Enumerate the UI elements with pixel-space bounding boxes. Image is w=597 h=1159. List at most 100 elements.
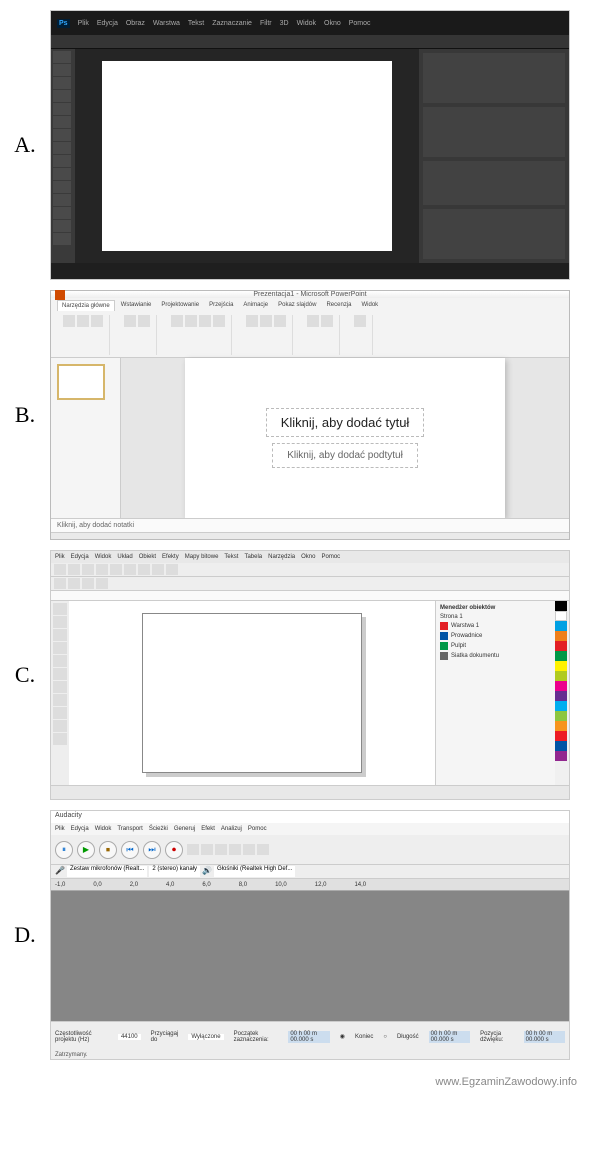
menu-item[interactable]: Tabela — [244, 554, 262, 560]
new-icon[interactable] — [54, 564, 66, 575]
layer-row[interactable]: Siatka dokumentu — [440, 652, 551, 660]
shapes-icon[interactable] — [307, 315, 319, 327]
color-swatch[interactable] — [555, 661, 567, 671]
rectangle-tool-icon[interactable] — [53, 668, 67, 680]
menu-item[interactable]: Analizuj — [221, 826, 242, 832]
au-menubar[interactable]: Plik Edycja Widok Transport Ścieżki Gene… — [51, 823, 569, 835]
paste-icon[interactable] — [138, 564, 150, 575]
ps-canvas-area[interactable] — [75, 49, 419, 263]
save-icon[interactable] — [82, 564, 94, 575]
wand-tool-icon[interactable] — [53, 90, 71, 102]
cd-toolbar[interactable] — [51, 563, 569, 577]
text-tool-icon[interactable] — [53, 181, 71, 193]
snap-value[interactable]: Wyłączone — [188, 1034, 223, 1040]
menu-item[interactable]: Układ — [117, 554, 132, 560]
print-icon[interactable] — [96, 564, 108, 575]
length-radio[interactable]: Długość — [397, 1034, 419, 1040]
layer-row[interactable]: Warstwa 1 — [440, 622, 551, 630]
record-button[interactable]: ⏺ — [165, 841, 183, 859]
color-swatch[interactable] — [555, 641, 567, 651]
slide-thumbnail[interactable] — [57, 364, 105, 400]
pp-slide[interactable]: Kliknij, aby dodać tytuł Kliknij, aby do… — [185, 358, 505, 518]
menu-item[interactable]: Pomoc — [321, 554, 340, 560]
zoom-tool-icon[interactable] — [53, 233, 71, 245]
color-swatch[interactable] — [555, 751, 567, 761]
prop-icon[interactable] — [82, 578, 94, 589]
au-track-area[interactable] — [51, 891, 569, 1021]
pos-value[interactable]: 00 h 00 m 00.000 s — [524, 1031, 565, 1043]
gradient-tool-icon[interactable] — [53, 168, 71, 180]
menu-item[interactable]: Obraz — [126, 20, 145, 27]
pick-tool-icon[interactable] — [53, 603, 67, 615]
crop-tool-icon[interactable] — [53, 103, 71, 115]
new-slide-icon[interactable] — [124, 315, 136, 327]
title-placeholder[interactable]: Kliknij, aby dodać tytuł — [266, 408, 425, 437]
pp-slide-panel[interactable] — [51, 358, 121, 518]
eraser-tool-icon[interactable] — [53, 155, 71, 167]
color-swatch[interactable] — [555, 611, 567, 621]
menu-item[interactable]: Tekst — [188, 20, 204, 27]
copy-icon[interactable] — [91, 315, 103, 327]
ellipse-tool-icon[interactable] — [53, 681, 67, 693]
menu-item[interactable]: Efekty — [162, 554, 179, 560]
cut-icon[interactable] — [110, 564, 122, 575]
font-color-icon[interactable] — [213, 315, 225, 327]
selection-tool-icon[interactable] — [187, 844, 199, 855]
ribbon-tab[interactable]: Wstawianie — [117, 300, 156, 310]
layer-row[interactable]: Strona 1 — [440, 614, 551, 620]
cd-color-palette[interactable] — [555, 601, 569, 785]
cd-canvas-area[interactable] — [69, 601, 435, 785]
layer-row[interactable]: Prowadnice — [440, 632, 551, 640]
underline-icon[interactable] — [199, 315, 211, 327]
color-swatch[interactable] — [555, 711, 567, 721]
menu-item[interactable]: Pomoc — [349, 20, 371, 27]
pp-notes-pane[interactable]: Kliknij, aby dodać notatki — [51, 518, 569, 532]
input-device[interactable]: Zestaw mikrofonów (Realt... — [67, 866, 147, 877]
undo-icon[interactable] — [152, 564, 164, 575]
menu-item[interactable]: Okno — [324, 20, 341, 27]
menu-item[interactable]: Widok — [297, 20, 316, 27]
color-swatch[interactable] — [555, 671, 567, 681]
color-swatch[interactable] — [555, 631, 567, 641]
shape-tool-icon[interactable] — [53, 616, 67, 628]
marquee-tool-icon[interactable] — [53, 64, 71, 76]
ps-layers-panel[interactable] — [423, 161, 565, 205]
skip-end-button[interactable]: ⏭ — [143, 841, 161, 859]
selend-value[interactable]: 00 h 00 m 00.000 s — [429, 1031, 470, 1043]
prop-icon[interactable] — [96, 578, 108, 589]
ps-menubar[interactable]: Ps Plik Edycja Obraz Warstwa Tekst Zazna… — [51, 11, 569, 35]
menu-item[interactable]: Plik — [55, 826, 65, 832]
envelope-tool-icon[interactable] — [201, 844, 213, 855]
ribbon-tab[interactable]: Animacje — [239, 300, 272, 310]
ps-toolbox[interactable] — [51, 49, 75, 263]
color-swatch[interactable] — [555, 621, 567, 631]
pp-slide-area[interactable]: Kliknij, aby dodać tytuł Kliknij, aby do… — [121, 358, 569, 518]
crop-tool-icon[interactable] — [53, 629, 67, 641]
shape-tool-icon[interactable] — [53, 207, 71, 219]
menu-item[interactable]: Transport — [117, 826, 142, 832]
cd-toolbox[interactable] — [51, 601, 69, 785]
pause-button[interactable]: ⏸ — [55, 841, 73, 859]
skip-start-button[interactable]: ⏮ — [121, 841, 139, 859]
menu-item[interactable]: Ścieżki — [149, 826, 168, 832]
ribbon-tab[interactable]: Projektowanie — [157, 300, 203, 310]
color-swatch[interactable] — [555, 741, 567, 751]
menu-item[interactable]: Generuj — [174, 826, 195, 832]
output-device[interactable]: Głośniki (Realtek High Def... — [214, 866, 295, 877]
fill-tool-icon[interactable] — [53, 720, 67, 732]
italic-icon[interactable] — [185, 315, 197, 327]
channels-select[interactable]: 2 (stereo) kanały — [149, 866, 200, 877]
eyedropper-tool-icon[interactable] — [53, 116, 71, 128]
menu-item[interactable]: Tekst — [224, 554, 238, 560]
stamp-tool-icon[interactable] — [53, 142, 71, 154]
cut-icon[interactable] — [77, 315, 89, 327]
ps-color-panel[interactable] — [423, 53, 565, 103]
bold-icon[interactable] — [171, 315, 183, 327]
color-swatch[interactable] — [555, 731, 567, 741]
end-radio[interactable]: Koniec — [355, 1034, 373, 1040]
menu-item[interactable]: Obiekt — [139, 554, 156, 560]
move-tool-icon[interactable] — [53, 51, 71, 63]
ps-options-bar[interactable] — [51, 35, 569, 49]
prop-icon[interactable] — [54, 578, 66, 589]
text-tool-icon[interactable] — [53, 707, 67, 719]
